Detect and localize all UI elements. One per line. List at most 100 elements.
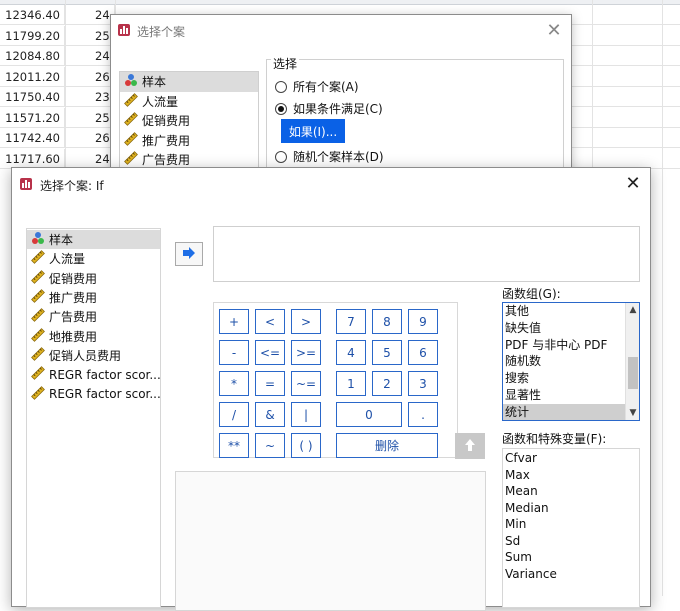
function-group-item-selected[interactable]: 统计: [503, 403, 639, 420]
radio-all-cases[interactable]: 所有个案(A): [275, 78, 359, 95]
key-parens[interactable]: ( ): [291, 433, 321, 458]
radio-circle[interactable]: [275, 150, 287, 163]
scroll-thumb[interactable]: [628, 357, 638, 389]
key-8[interactable]: 8: [372, 309, 402, 334]
insert-function-button[interactable]: [455, 433, 485, 459]
function-group-item[interactable]: 其他: [503, 303, 639, 320]
table-cell[interactable]: 24: [65, 46, 115, 66]
if-variable-list[interactable]: 样本 人流量 促销费用 推广费用 广告费用 地推费用 促销人员费用 REGR f…: [26, 228, 161, 608]
select-cases-if-dialog: 选择个案: If ✕ 样本 人流量 促销费用 推广费用 广告费用 地推费用 促销…: [11, 167, 651, 611]
key-or[interactable]: |: [291, 402, 321, 427]
function-item[interactable]: Median: [503, 500, 639, 517]
close-icon[interactable]: ✕: [624, 173, 642, 194]
key-9[interactable]: 9: [408, 309, 438, 334]
key-less[interactable]: <: [255, 309, 285, 334]
table-cell[interactable]: 26: [65, 128, 115, 148]
radio-if-condition[interactable]: 如果条件满足(C): [275, 100, 383, 117]
key-0[interactable]: 0: [336, 402, 402, 427]
key-4[interactable]: 4: [336, 340, 366, 365]
key-power[interactable]: **: [219, 433, 249, 458]
variable-item[interactable]: REGR factor scor...: [27, 384, 160, 403]
function-group-item[interactable]: 显著性: [503, 387, 639, 404]
key-2[interactable]: 2: [372, 371, 402, 396]
key-3[interactable]: 3: [408, 371, 438, 396]
function-group-scrollbar[interactable]: ▲ ▼: [625, 303, 639, 420]
key-7[interactable]: 7: [336, 309, 366, 334]
variable-item[interactable]: 促销费用: [27, 269, 160, 288]
function-description-box: [175, 471, 486, 611]
variable-item[interactable]: 促销人员费用: [27, 346, 160, 365]
function-group-item[interactable]: 缺失值: [503, 320, 639, 337]
key-greater-equal[interactable]: >=: [291, 340, 321, 365]
key-plus[interactable]: +: [219, 309, 249, 334]
nominal-variable-icon: [124, 73, 142, 90]
table-cell[interactable]: 12084.80: [0, 46, 65, 66]
table-cell[interactable]: 25: [65, 25, 115, 46]
variable-item[interactable]: 样本: [27, 230, 160, 250]
functions-list[interactable]: Cfvar Max Mean Median Min Sd Sum Varianc…: [502, 448, 640, 608]
variable-item[interactable]: 促销费用: [120, 111, 258, 131]
scroll-up-icon[interactable]: ▲: [626, 303, 639, 317]
function-item[interactable]: Sd: [503, 533, 639, 550]
table-cell[interactable]: 24: [65, 148, 115, 169]
variable-item[interactable]: 推广费用: [120, 131, 258, 151]
key-5[interactable]: 5: [372, 340, 402, 365]
variable-item[interactable]: 推广费用: [27, 288, 160, 307]
key-and[interactable]: &: [255, 402, 285, 427]
variable-item[interactable]: 人流量: [27, 249, 160, 268]
variable-label: 地推费用: [49, 329, 98, 344]
variable-item[interactable]: 地推费用: [27, 326, 160, 345]
table-cell[interactable]: 12011.20: [0, 66, 65, 87]
scale-variable-icon: [124, 112, 142, 129]
function-item[interactable]: Cfvar: [503, 450, 639, 467]
key-minus[interactable]: -: [219, 340, 249, 365]
key-greater[interactable]: >: [291, 309, 321, 334]
function-item[interactable]: Mean: [503, 483, 639, 500]
radio-circle-selected[interactable]: [275, 102, 287, 115]
variable-label: REGR factor scor...: [49, 387, 161, 402]
key-less-equal[interactable]: <=: [255, 340, 285, 365]
key-not-equal[interactable]: ~=: [291, 371, 321, 396]
variable-item[interactable]: 样本: [120, 72, 258, 92]
table-cell[interactable]: 11742.40: [0, 128, 65, 148]
table-cell[interactable]: 12346.40: [0, 5, 65, 25]
key-equal[interactable]: =: [255, 371, 285, 396]
move-variable-button[interactable]: [175, 242, 203, 266]
close-icon[interactable]: ✕: [545, 20, 563, 41]
key-1[interactable]: 1: [336, 371, 366, 396]
function-group-item[interactable]: PDF 与非中心 PDF: [503, 337, 639, 354]
variable-label: 广告费用: [49, 310, 98, 325]
radio-circle[interactable]: [275, 80, 287, 93]
key-not[interactable]: ~: [255, 433, 285, 458]
function-item[interactable]: Min: [503, 516, 639, 533]
table-cell[interactable]: 11571.20: [0, 107, 65, 128]
function-group-item[interactable]: 搜索: [503, 370, 639, 387]
scale-variable-icon: [31, 250, 49, 267]
scale-variable-icon: [31, 289, 49, 306]
function-item[interactable]: Max: [503, 467, 639, 484]
key-6[interactable]: 6: [408, 340, 438, 365]
table-cell[interactable]: 11717.60: [0, 148, 65, 169]
scroll-down-icon[interactable]: ▼: [626, 406, 639, 420]
table-cell[interactable]: 25: [65, 107, 115, 128]
expression-textarea[interactable]: [213, 226, 640, 282]
function-group-list[interactable]: 其他 缺失值 PDF 与非中心 PDF 随机数 搜索 显著性 统计 ▲ ▼: [502, 302, 640, 421]
function-item[interactable]: Variance: [503, 566, 639, 583]
table-cell[interactable]: 26: [65, 66, 115, 87]
delete-button[interactable]: 删除: [336, 433, 438, 458]
key-divide[interactable]: /: [219, 402, 249, 427]
key-dot[interactable]: .: [408, 402, 438, 427]
key-multiply[interactable]: *: [219, 371, 249, 396]
function-group-item[interactable]: 随机数: [503, 353, 639, 370]
if-button[interactable]: 如果(I)...: [281, 119, 345, 143]
table-cell[interactable]: 24: [65, 5, 115, 25]
function-item[interactable]: Sum: [503, 549, 639, 566]
variable-item[interactable]: 广告费用: [27, 307, 160, 326]
table-cell[interactable]: 11799.20: [0, 25, 65, 46]
radio-random-sample[interactable]: 随机个案样本(D): [275, 148, 384, 165]
variable-item[interactable]: REGR factor scor...: [27, 365, 160, 384]
select-cases-dialog: 选择个案 ✕ 样本 人流量 促销费用 推广费用 广告费用 选择 所有个案(A): [110, 14, 572, 199]
variable-item[interactable]: 人流量: [120, 92, 258, 112]
table-cell[interactable]: 23: [65, 87, 115, 107]
table-cell[interactable]: 11750.40: [0, 87, 65, 107]
